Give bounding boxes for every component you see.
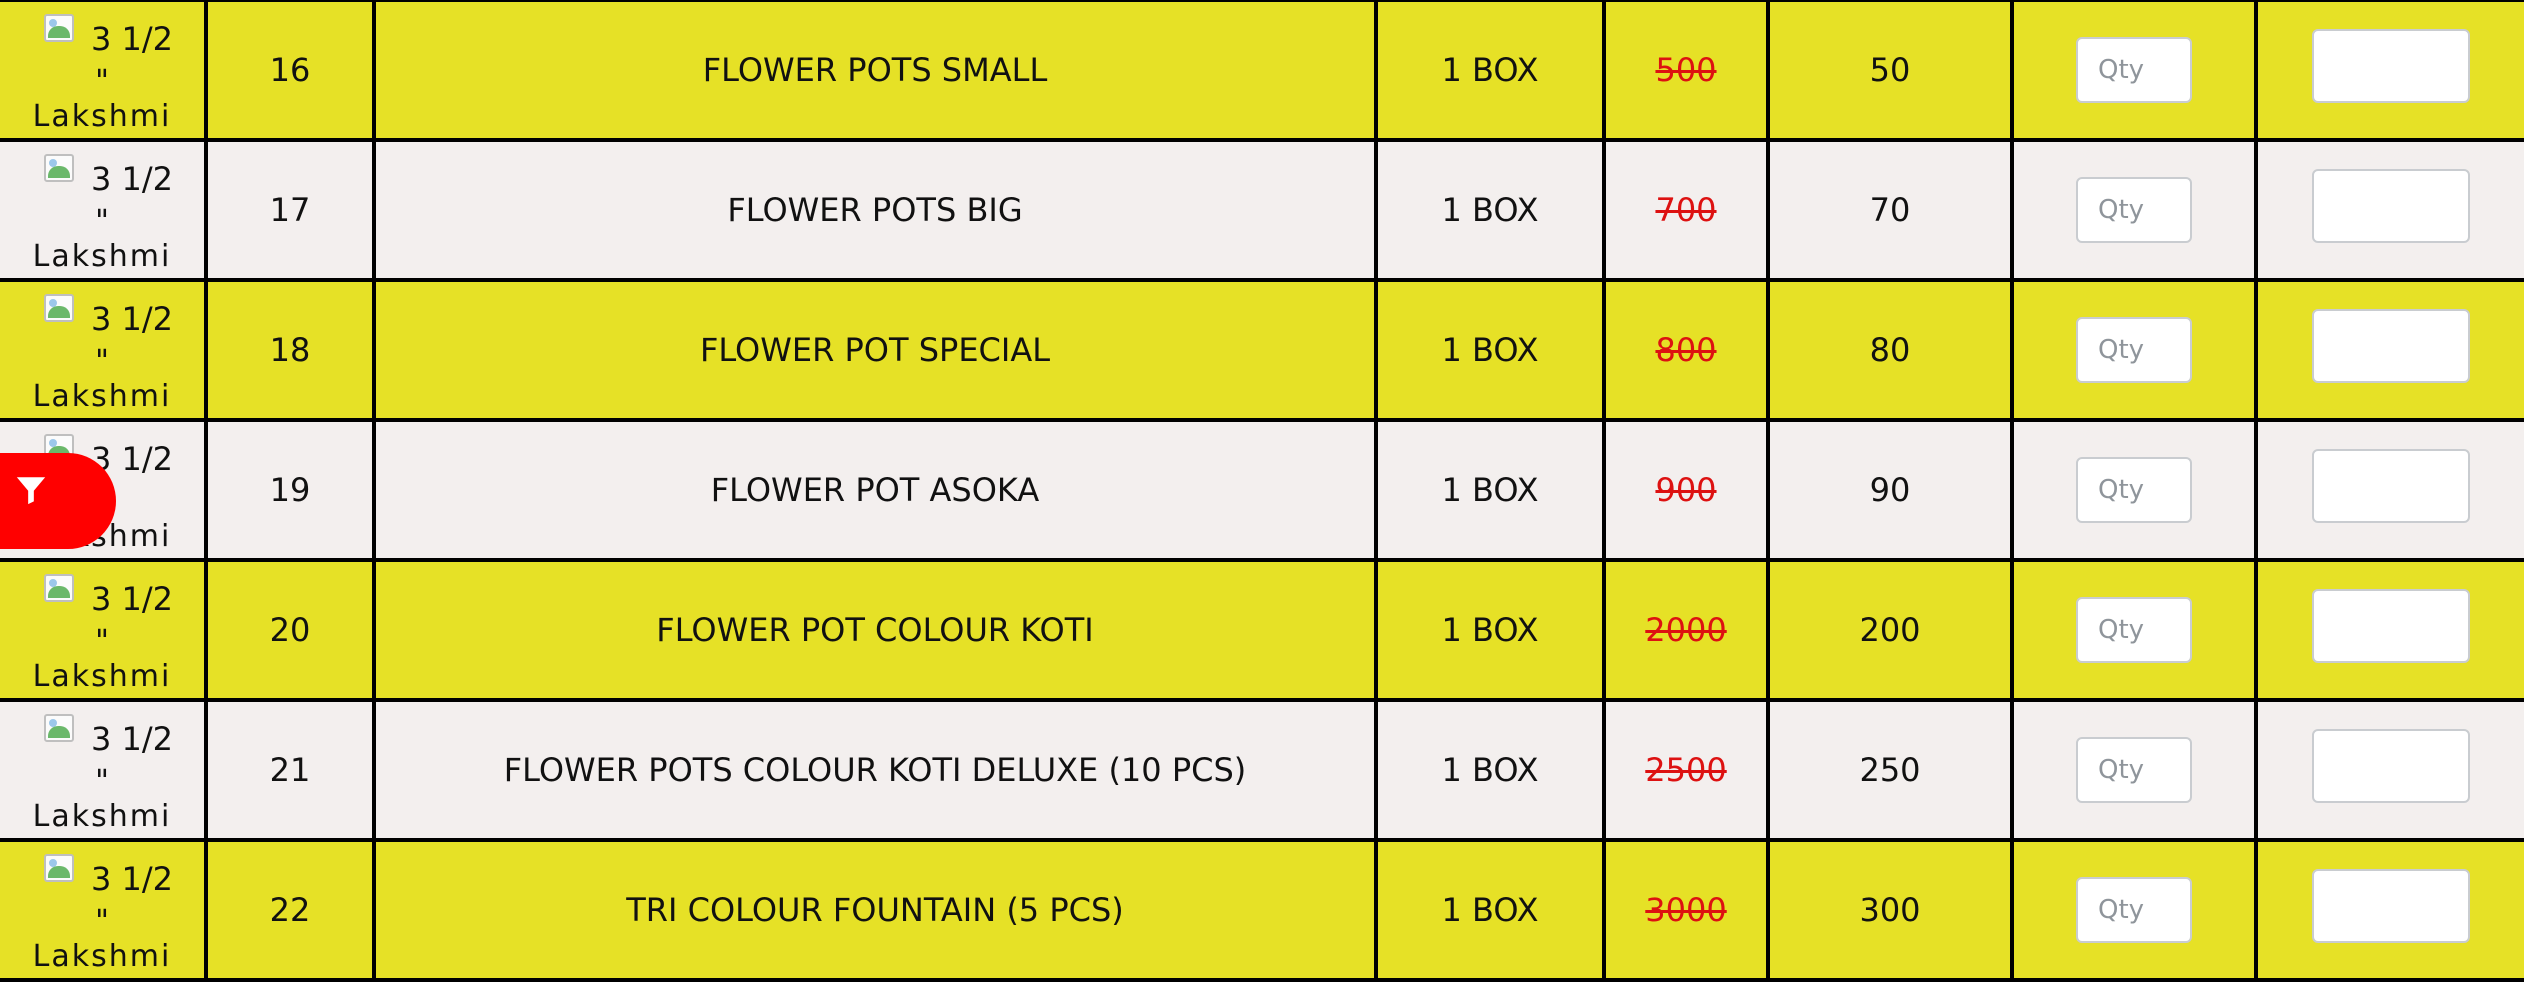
- total-cell: [2254, 698, 2524, 842]
- actual-price-cell: 800: [1602, 278, 1770, 422]
- actual-price-cell: 2500: [1602, 698, 1770, 842]
- discount-price: 90: [1766, 418, 2014, 562]
- actual-price-cell: 500: [1602, 0, 1770, 142]
- actual-price-cell: 3000: [1602, 838, 1770, 982]
- product-content: 1 BOX: [1374, 138, 1606, 282]
- product-image-cell: 3 1/2 " Lakshmi: [0, 278, 208, 422]
- serial-number: 22: [204, 838, 376, 982]
- table-row: 3 1/2 " Lakshmi 21 FLOWER POTS COLOUR KO…: [0, 698, 2524, 842]
- qty-input[interactable]: [2076, 317, 2192, 383]
- product-content: 1 BOX: [1374, 558, 1606, 702]
- serial-number: 19: [204, 418, 376, 562]
- qty-cell: [2010, 278, 2258, 422]
- product-image-alt: 3 1/2 " Lakshmi: [32, 160, 174, 274]
- actual-price: 900: [1655, 471, 1717, 509]
- product-image-alt: 3 1/2 " Lakshmi: [32, 20, 174, 134]
- table-row: 3 1/2 " Lakshmi 19 FLOWER POT ASOKA 1 BO…: [0, 418, 2524, 562]
- discount-price: 80: [1766, 278, 2014, 422]
- table-row: 3 1/2 " Lakshmi 22 TRI COLOUR FOUNTAIN (…: [0, 838, 2524, 982]
- product-name: FLOWER POT ASOKA: [372, 418, 1378, 562]
- serial-number: 20: [204, 558, 376, 702]
- discount-price: 200: [1766, 558, 2014, 702]
- total-cell: [2254, 418, 2524, 562]
- product-image-cell: 3 1/2 " Lakshmi: [0, 138, 208, 282]
- table-row: 3 1/2 " Lakshmi 18 FLOWER POT SPECIAL 1 …: [0, 278, 2524, 422]
- qty-cell: [2010, 0, 2258, 142]
- product-content: 1 BOX: [1374, 838, 1606, 982]
- total-cell: [2254, 838, 2524, 982]
- table-row: 3 1/2 " Lakshmi 16 FLOWER POTS SMALL 1 B…: [0, 0, 2524, 142]
- discount-price: 250: [1766, 698, 2014, 842]
- actual-price-cell: 900: [1602, 418, 1770, 562]
- total-cell: [2254, 138, 2524, 282]
- serial-number: 17: [204, 138, 376, 282]
- actual-price: 800: [1655, 331, 1717, 369]
- product-name: FLOWER POTS COLOUR KOTI DELUXE (10 PCS): [372, 698, 1378, 842]
- product-content: 1 BOX: [1374, 418, 1606, 562]
- filter-icon: [16, 477, 46, 505]
- actual-price: 2500: [1645, 751, 1727, 789]
- discount-price: 50: [1766, 0, 2014, 142]
- qty-input[interactable]: [2076, 737, 2192, 803]
- total-cell: [2254, 0, 2524, 142]
- product-image-cell: 3 1/2 " Lakshmi: [0, 0, 208, 142]
- table-row: 3 1/2 " Lakshmi 20 FLOWER POT COLOUR KOT…: [0, 558, 2524, 702]
- actual-price-cell: 700: [1602, 138, 1770, 282]
- actual-price: 2000: [1645, 611, 1727, 649]
- table-row: 3 1/2 " Lakshmi 17 FLOWER POTS BIG 1 BOX…: [0, 138, 2524, 282]
- total-field[interactable]: [2312, 309, 2470, 383]
- product-name: TRI COLOUR FOUNTAIN (5 PCS): [372, 838, 1378, 982]
- product-image-alt: 3 1/2 " Lakshmi: [32, 720, 174, 834]
- qty-input[interactable]: [2076, 597, 2192, 663]
- total-cell: [2254, 558, 2524, 702]
- qty-cell: [2010, 138, 2258, 282]
- actual-price-cell: 2000: [1602, 558, 1770, 702]
- filter-button[interactable]: [0, 453, 116, 549]
- product-name: FLOWER POT SPECIAL: [372, 278, 1378, 422]
- total-cell: [2254, 278, 2524, 422]
- product-content: 1 BOX: [1374, 0, 1606, 142]
- qty-input[interactable]: [2076, 457, 2192, 523]
- actual-price: 700: [1655, 191, 1717, 229]
- actual-price: 3000: [1645, 891, 1727, 929]
- total-field[interactable]: [2312, 29, 2470, 103]
- total-field[interactable]: [2312, 589, 2470, 663]
- total-field[interactable]: [2312, 729, 2470, 803]
- qty-cell: [2010, 698, 2258, 842]
- serial-number: 16: [204, 0, 376, 142]
- qty-cell: [2010, 838, 2258, 982]
- total-field[interactable]: [2312, 169, 2470, 243]
- actual-price: 500: [1655, 51, 1717, 89]
- product-image-alt: 3 1/2 " Lakshmi: [32, 300, 174, 414]
- product-table: 3 1/2 " Lakshmi 16 FLOWER POTS SMALL 1 B…: [0, 0, 2524, 982]
- product-content: 1 BOX: [1374, 698, 1606, 842]
- product-image-cell: 3 1/2 " Lakshmi: [0, 698, 208, 842]
- discount-price: 300: [1766, 838, 2014, 982]
- serial-number: 18: [204, 278, 376, 422]
- total-field[interactable]: [2312, 869, 2470, 943]
- product-name: FLOWER POTS SMALL: [372, 0, 1378, 142]
- qty-input[interactable]: [2076, 877, 2192, 943]
- discount-price: 70: [1766, 138, 2014, 282]
- product-image-cell: 3 1/2 " Lakshmi: [0, 558, 208, 702]
- product-name: FLOWER POTS BIG: [372, 138, 1378, 282]
- product-image-alt: 3 1/2 " Lakshmi: [32, 580, 174, 694]
- qty-input[interactable]: [2076, 177, 2192, 243]
- product-content: 1 BOX: [1374, 278, 1606, 422]
- qty-input[interactable]: [2076, 37, 2192, 103]
- total-field[interactable]: [2312, 449, 2470, 523]
- qty-cell: [2010, 418, 2258, 562]
- qty-cell: [2010, 558, 2258, 702]
- serial-number: 21: [204, 698, 376, 842]
- product-name: FLOWER POT COLOUR KOTI: [372, 558, 1378, 702]
- product-image-cell: 3 1/2 " Lakshmi: [0, 838, 208, 982]
- product-image-alt: 3 1/2 " Lakshmi: [32, 860, 174, 974]
